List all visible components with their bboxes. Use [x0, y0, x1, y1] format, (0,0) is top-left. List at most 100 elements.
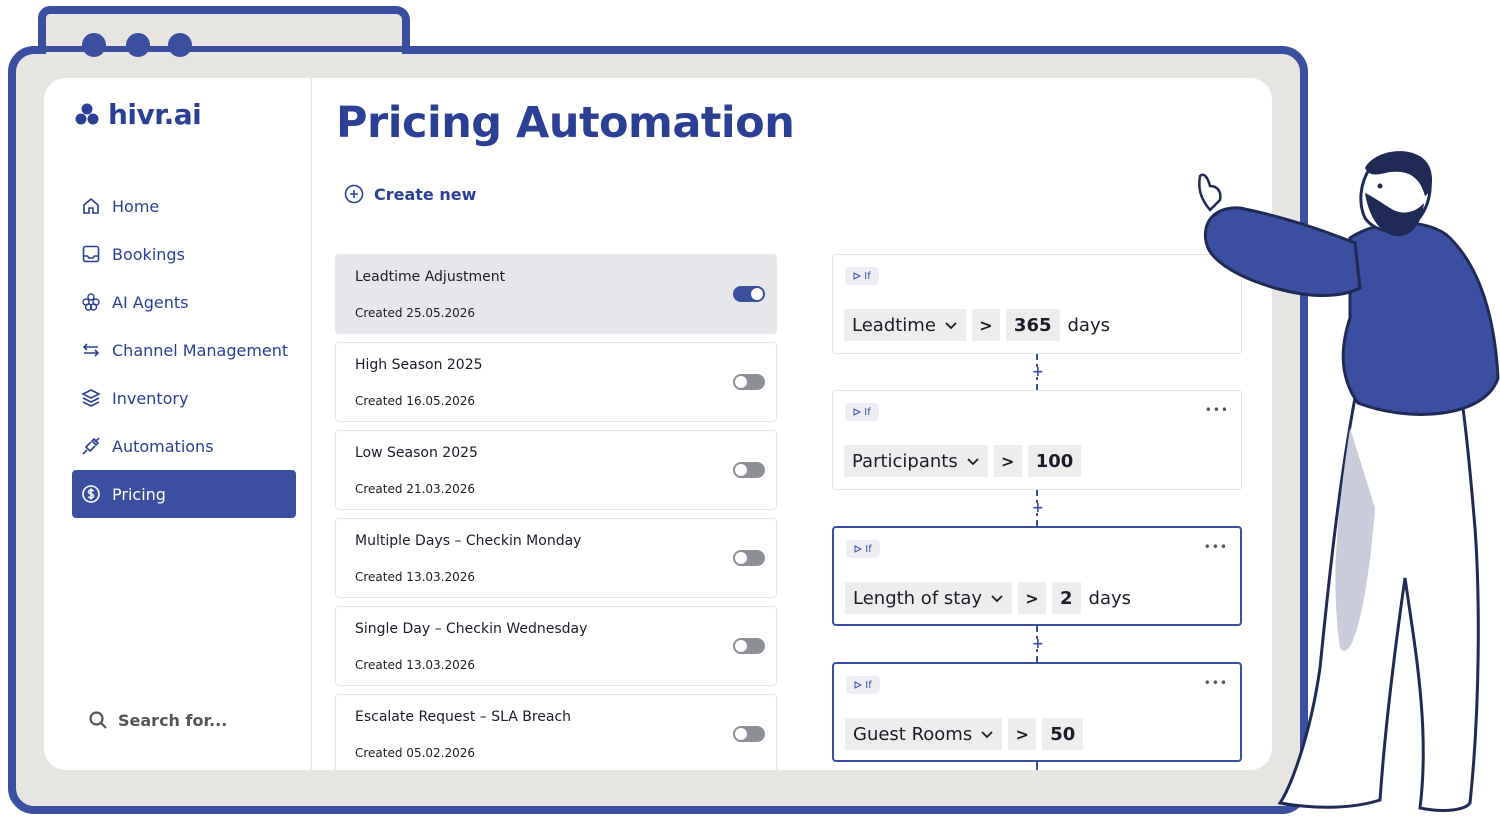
field-select-value: Leadtime [852, 314, 936, 336]
value-input[interactable]: 100 [1027, 445, 1082, 477]
automation-created: Created 21.03.2026 [355, 482, 476, 496]
sidebar-item-label: Automations [112, 436, 214, 456]
layers-icon [80, 387, 102, 409]
field-select-value: Participants [852, 450, 958, 472]
chevron-down-icon [991, 595, 1003, 603]
list-item[interactable]: Leadtime Adjustment Created 25.05.2026 [335, 254, 777, 334]
search-icon [89, 711, 107, 729]
enable-toggle[interactable] [733, 726, 765, 742]
sidebar-nav: Home Bookings AI Agents Channel Manageme… [72, 182, 296, 518]
automation-created: Created 13.03.2026 [355, 658, 476, 672]
rule-condition: Leadtime > 365 days [844, 309, 1110, 341]
sidebar-item-inventory[interactable]: Inventory [72, 374, 296, 422]
field-select[interactable]: Participants [844, 445, 988, 477]
inbox-icon [80, 243, 102, 265]
list-item[interactable]: Escalate Request – SLA Breach Created 05… [335, 694, 777, 770]
rule-condition: Guest Rooms > 50 [845, 718, 1084, 750]
if-badge: If [845, 267, 879, 285]
if-badge-label: If [864, 406, 871, 418]
enable-toggle[interactable] [733, 550, 765, 566]
enable-toggle[interactable] [733, 638, 765, 654]
list-item[interactable]: Low Season 2025 Created 21.03.2026 [335, 430, 777, 510]
hexagons-icon [80, 291, 102, 313]
sidebar-item-automations[interactable]: Automations [72, 422, 296, 470]
sidebar-item-label: Channel Management [112, 340, 289, 360]
dollar-circle-icon [80, 483, 102, 505]
sidebar-item-channel-management[interactable]: Channel Management [72, 326, 296, 374]
automation-created: Created 13.03.2026 [355, 570, 476, 584]
automation-title: High Season 2025 [355, 357, 483, 373]
enable-toggle[interactable] [733, 462, 765, 478]
window-dot-yellow[interactable] [126, 33, 150, 57]
automation-created: Created 05.02.2026 [355, 746, 476, 760]
if-badge-label: If [865, 679, 872, 691]
field-select[interactable]: Leadtime [844, 309, 966, 341]
if-badge: If [845, 403, 879, 421]
home-icon [80, 195, 102, 217]
operator-select[interactable]: > [1018, 582, 1046, 614]
person-illustration [1198, 151, 1500, 812]
automation-title: Low Season 2025 [355, 445, 478, 461]
automation-title: Multiple Days – Checkin Monday [355, 533, 582, 549]
create-new-label: Create new [374, 184, 477, 204]
rule-connector [1036, 762, 1038, 770]
sidebar-item-pricing[interactable]: Pricing [72, 470, 296, 518]
value-input[interactable]: 2 [1052, 582, 1081, 614]
list-item[interactable]: Multiple Days – Checkin Monday Created 1… [335, 518, 777, 598]
value-input[interactable]: 50 [1042, 718, 1084, 750]
sidebar-item-bookings[interactable]: Bookings [72, 230, 296, 278]
automation-created: Created 25.05.2026 [355, 306, 476, 320]
automation-title: Leadtime Adjustment [355, 269, 506, 285]
automation-title: Escalate Request – SLA Breach [355, 709, 572, 725]
create-new-button[interactable]: Create new [344, 184, 476, 204]
plus-circle-icon [344, 184, 364, 204]
window-dot-green[interactable] [168, 33, 192, 57]
play-icon [854, 545, 863, 553]
sidebar-item-label: Pricing [112, 484, 166, 504]
play-icon [853, 272, 862, 280]
enable-toggle[interactable] [733, 286, 765, 302]
rule-condition: Length of stay > 2 days [845, 582, 1131, 614]
plug-icon [80, 435, 102, 457]
operator-select[interactable]: > [971, 309, 1000, 341]
window-dot-red[interactable] [82, 33, 106, 57]
add-rule-plus[interactable]: + [1032, 365, 1044, 379]
sidebar-item-label: AI Agents [112, 292, 189, 312]
arrows-swap-icon [80, 339, 102, 361]
add-rule-plus[interactable]: + [1032, 637, 1044, 651]
list-item[interactable]: High Season 2025 Created 16.05.2026 [335, 342, 777, 422]
list-item[interactable]: Single Day – Checkin Wednesday Created 1… [335, 606, 777, 686]
add-rule-plus[interactable]: + [1032, 501, 1044, 515]
automation-list: Leadtime Adjustment Created 25.05.2026 H… [335, 254, 777, 770]
enable-toggle[interactable] [733, 374, 765, 390]
app-window: hivr.ai Home Bookings AI Agents Channel … [44, 78, 1272, 770]
play-icon [853, 408, 862, 416]
field-select[interactable]: Guest Rooms [845, 718, 1003, 750]
sidebar-item-label: Home [112, 196, 160, 216]
rule-condition: Participants > 100 [844, 445, 1082, 477]
field-select-value: Length of stay [853, 587, 982, 609]
automation-created: Created 16.05.2026 [355, 394, 476, 408]
unit-label: days [1067, 314, 1111, 336]
chevron-down-icon [967, 458, 979, 466]
hexagon-cluster-icon [75, 103, 99, 124]
page-title: Pricing Automation [336, 98, 795, 148]
if-badge: If [846, 676, 880, 694]
search-placeholder: Search for... [118, 710, 228, 730]
value-input[interactable]: 365 [1005, 309, 1060, 341]
unit-label: days [1088, 587, 1132, 609]
sidebar-item-home[interactable]: Home [72, 182, 296, 230]
brand-logo[interactable]: hivr.ai [74, 98, 202, 131]
sidebar: hivr.ai Home Bookings AI Agents Channel … [44, 78, 312, 770]
if-badge: If [846, 540, 880, 558]
sidebar-item-label: Inventory [112, 388, 189, 408]
sidebar-item-label: Bookings [112, 244, 185, 264]
operator-select[interactable]: > [1008, 718, 1037, 750]
operator-select[interactable]: > [993, 445, 1022, 477]
sidebar-item-ai-agents[interactable]: AI Agents [72, 278, 296, 326]
chevron-down-icon [981, 731, 993, 739]
search-input[interactable]: Search for... [88, 710, 227, 730]
if-badge-label: If [865, 543, 872, 555]
brand-name: hivr.ai [108, 98, 202, 131]
field-select[interactable]: Length of stay [845, 582, 1012, 614]
